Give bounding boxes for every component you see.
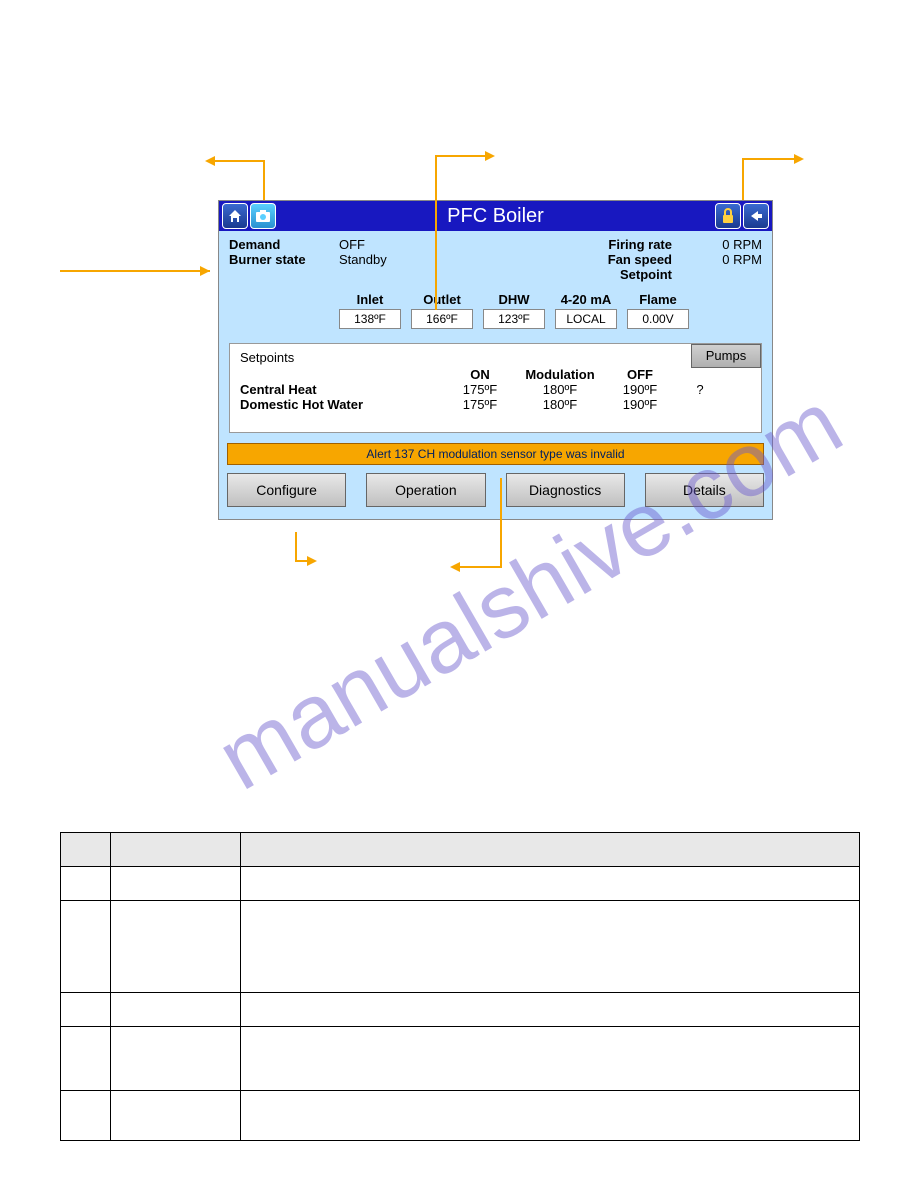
- table-row: [61, 901, 860, 993]
- documentation-table: [60, 832, 860, 1141]
- row-off: 190ºF: [600, 397, 680, 412]
- setpoint-label: Setpoint: [449, 267, 692, 282]
- title-text: PFC Boiler: [278, 205, 713, 228]
- operation-button[interactable]: Operation: [366, 473, 485, 507]
- burner-state-value: Standby: [339, 252, 449, 267]
- reading-header: Flame: [627, 292, 689, 307]
- row-extra: [680, 397, 720, 412]
- firing-rate-value: 0 RPM: [692, 237, 762, 252]
- flame-value-box[interactable]: 0.00V: [627, 309, 689, 329]
- row-name: Domestic Hot Water: [240, 397, 440, 412]
- table-row: [61, 1091, 860, 1141]
- table-row: [61, 867, 860, 901]
- inlet-value-box[interactable]: 138ºF: [339, 309, 401, 329]
- diagnostics-button[interactable]: Diagnostics: [506, 473, 625, 507]
- boiler-control-screen: PFC Boiler Demand OFF Firing rate 0 RPM …: [218, 200, 773, 520]
- home-icon[interactable]: [222, 203, 248, 229]
- row-name: Central Heat: [240, 382, 440, 397]
- row-mod: 180ºF: [520, 397, 600, 412]
- reading-header: Inlet: [339, 292, 401, 307]
- details-button[interactable]: Details: [645, 473, 764, 507]
- table-header-row: [61, 833, 860, 867]
- camera-icon[interactable]: [250, 203, 276, 229]
- 420ma-value-box[interactable]: LOCAL: [555, 309, 617, 329]
- column-modulation: Modulation: [520, 367, 600, 382]
- reading-header: Outlet: [411, 292, 473, 307]
- fan-speed-value: 0 RPM: [692, 252, 762, 267]
- setpoint-row: Domestic Hot Water 175ºF 180ºF 190ºF: [240, 397, 751, 412]
- table-row: [61, 993, 860, 1027]
- lock-icon[interactable]: [715, 203, 741, 229]
- configure-button[interactable]: Configure: [227, 473, 346, 507]
- row-mod: 180ºF: [520, 382, 600, 397]
- setpoint-row: Central Heat 175ºF 180ºF 190ºF ?: [240, 382, 751, 397]
- table-row: [61, 1027, 860, 1091]
- row-off: 190ºF: [600, 382, 680, 397]
- outlet-value-box[interactable]: 166ºF: [411, 309, 473, 329]
- row-on: 175ºF: [440, 397, 520, 412]
- reading-header: DHW: [483, 292, 545, 307]
- dhw-value-box[interactable]: 123ºF: [483, 309, 545, 329]
- demand-value: OFF: [339, 237, 449, 252]
- setpoints-title: Setpoints: [240, 350, 751, 365]
- row-extra: ?: [680, 382, 720, 397]
- row-on: 175ºF: [440, 382, 520, 397]
- fan-speed-label: Fan speed: [449, 252, 692, 267]
- demand-label: Demand: [229, 237, 339, 252]
- reading-header: 4-20 mA: [555, 292, 617, 307]
- setpoints-panel: Setpoints Pumps ON Modulation OFF Centra…: [229, 343, 762, 433]
- column-off: OFF: [600, 367, 680, 382]
- readings-value-row: 138ºF 166ºF 123ºF LOCAL 0.00V: [229, 309, 762, 329]
- back-icon[interactable]: [743, 203, 769, 229]
- firing-rate-label: Firing rate: [449, 237, 692, 252]
- readings-header-row: Inlet Outlet DHW 4-20 mA Flame: [229, 292, 762, 307]
- pumps-button[interactable]: Pumps: [691, 344, 761, 368]
- burner-state-label: Burner state: [229, 252, 339, 267]
- title-bar: PFC Boiler: [219, 201, 772, 231]
- alert-banner[interactable]: Alert 137 CH modulation sensor type was …: [227, 443, 764, 465]
- column-on: ON: [440, 367, 520, 382]
